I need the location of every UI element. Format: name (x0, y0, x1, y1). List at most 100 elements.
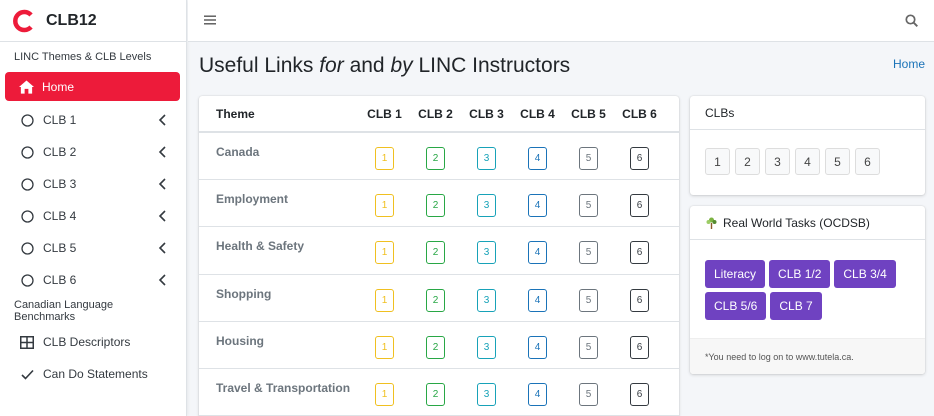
clb-level-link[interactable]: 2 (426, 335, 445, 359)
clb-level-link[interactable]: 1 (375, 288, 394, 312)
task-button[interactable]: Literacy (705, 260, 766, 288)
clb-level-link[interactable]: 2 (426, 194, 445, 218)
theme-name[interactable]: Travel & Transportation (199, 369, 359, 415)
clb-level-link[interactable]: 3 (477, 194, 496, 218)
clb-level-link[interactable]: 5 (579, 194, 598, 218)
task-button[interactable]: CLB 3/4 (834, 260, 896, 288)
clb-level-link[interactable]: 1 (375, 382, 394, 406)
clb-level-link[interactable]: 5 (579, 288, 598, 312)
table-cell: 5 (563, 180, 614, 226)
sidebar-item-clb6[interactable]: CLB 6 (0, 264, 186, 296)
search-icon[interactable] (905, 14, 918, 27)
tree-icon (706, 217, 717, 229)
clb-level-link[interactable]: 6 (630, 147, 649, 170)
clb-level-link[interactable]: 5 (579, 382, 598, 406)
sidebar-item-clb2[interactable]: CLB 2 (0, 136, 186, 168)
clb-level-link[interactable]: 3 (477, 335, 496, 359)
clb-button-3[interactable]: 3 (765, 148, 790, 175)
table-cell: 1 (359, 369, 410, 415)
clb-level-link[interactable]: 3 (477, 382, 496, 406)
clb-level-link[interactable]: 4 (528, 147, 547, 170)
sidebar-item-clb1[interactable]: CLB 1 (0, 104, 186, 136)
table-cell: 6 (614, 369, 665, 415)
table-cell: 5 (563, 227, 614, 273)
table-cell: 4 (512, 180, 563, 226)
clb-level-link[interactable]: 1 (375, 147, 394, 170)
clb-level-link[interactable]: 6 (630, 194, 649, 218)
column-header-clb5: CLB 5 (571, 106, 606, 121)
clb-level-link[interactable]: 1 (375, 194, 394, 218)
table-cell: 1 (359, 227, 410, 273)
table-cell: 6 (614, 180, 665, 226)
table-header: Theme CLB 1 CLB 2 CLB 3 CLB 4 CLB 5 CLB … (199, 96, 679, 133)
column-header-theme: Theme (216, 106, 255, 121)
circle-icon (19, 208, 35, 224)
task-button[interactable]: CLB 1/2 (769, 260, 831, 288)
task-button[interactable]: CLB 7 (770, 292, 822, 320)
tasks-card-title: Real World Tasks (OCDSB) (723, 215, 870, 230)
clb-level-link[interactable]: 2 (426, 288, 445, 312)
sidebar-item-clb3[interactable]: CLB 3 (0, 168, 186, 200)
check-icon (19, 366, 35, 382)
clb-level-link[interactable]: 4 (528, 241, 547, 265)
table-cell: 2 (410, 180, 461, 226)
table-row: Employment 1 2 3 4 5 6 (199, 180, 679, 228)
clb-level-link[interactable]: 4 (528, 335, 547, 359)
table-cell: 4 (512, 133, 563, 179)
chevron-left-icon (158, 114, 166, 126)
sidebar-item-clb5[interactable]: CLB 5 (0, 232, 186, 264)
table-cell: 3 (461, 369, 512, 415)
chevron-left-icon (158, 146, 166, 158)
clb-level-link[interactable]: 6 (630, 335, 649, 359)
clb-button-4[interactable]: 4 (795, 148, 820, 175)
clb-level-link[interactable]: 3 (477, 241, 496, 265)
clb-level-link[interactable]: 2 (426, 241, 445, 265)
clb-level-link[interactable]: 4 (528, 382, 547, 406)
clb-level-link[interactable]: 5 (579, 241, 598, 265)
clb-level-link[interactable]: 6 (630, 241, 649, 265)
clb-button-1[interactable]: 1 (705, 148, 730, 175)
table-cell: 4 (512, 322, 563, 368)
table-cell: 1 (359, 180, 410, 226)
sidebar-item-label: CLB 6 (43, 273, 77, 287)
sidebar-item-home[interactable]: Home (5, 72, 180, 101)
theme-name[interactable]: Housing (199, 322, 359, 368)
sidebar-item-label: Home (42, 79, 75, 94)
clb-button-2[interactable]: 2 (735, 148, 760, 175)
brand[interactable]: CLB12 (0, 0, 186, 42)
clb-level-link[interactable]: 5 (579, 335, 598, 359)
clb12-logo-icon (13, 9, 33, 32)
clb-level-link[interactable]: 4 (528, 194, 547, 218)
hamburger-menu-icon[interactable] (204, 14, 216, 26)
table-cell: 5 (563, 369, 614, 415)
theme-name[interactable]: Canada (199, 133, 359, 179)
clb-level-link[interactable]: 6 (630, 288, 649, 312)
clb-level-link[interactable]: 3 (477, 288, 496, 312)
theme-name[interactable]: Health & Safety (199, 227, 359, 273)
theme-name[interactable]: Shopping (199, 275, 359, 321)
clb-level-link[interactable]: 1 (375, 241, 394, 265)
clb-level-link[interactable]: 6 (630, 382, 649, 406)
home-icon (18, 79, 34, 95)
clb-level-link[interactable]: 5 (579, 147, 598, 170)
clb-button-5[interactable]: 5 (825, 148, 850, 175)
sidebar-item-can-do-statements[interactable]: Can Do Statements (0, 358, 186, 390)
sidebar-item-clb-descriptors[interactable]: CLB Descriptors (0, 326, 186, 358)
clb-level-link[interactable]: 1 (375, 335, 394, 359)
task-button[interactable]: CLB 5/6 (705, 292, 767, 320)
clb-level-link[interactable]: 3 (477, 147, 496, 170)
table-cell: 2 (410, 369, 461, 415)
theme-name[interactable]: Employment (199, 180, 359, 226)
table-cell: 4 (512, 227, 563, 273)
table-cell: 6 (614, 227, 665, 273)
table-row: Shopping 1 2 3 4 5 6 (199, 275, 679, 322)
sidebar-item-label: CLB 2 (43, 145, 77, 159)
breadcrumb-home-link[interactable]: Home (893, 57, 925, 71)
sidebar-item-clb4[interactable]: CLB 4 (0, 200, 186, 232)
chevron-left-icon (158, 210, 166, 222)
clb-level-link[interactable]: 4 (528, 288, 547, 312)
clb-level-link[interactable]: 2 (426, 147, 445, 170)
clb-level-link[interactable]: 2 (426, 382, 445, 406)
tasks-card-footer-note: *You need to log on to www.tutela.ca. (690, 338, 925, 374)
clb-button-6[interactable]: 6 (855, 148, 880, 175)
